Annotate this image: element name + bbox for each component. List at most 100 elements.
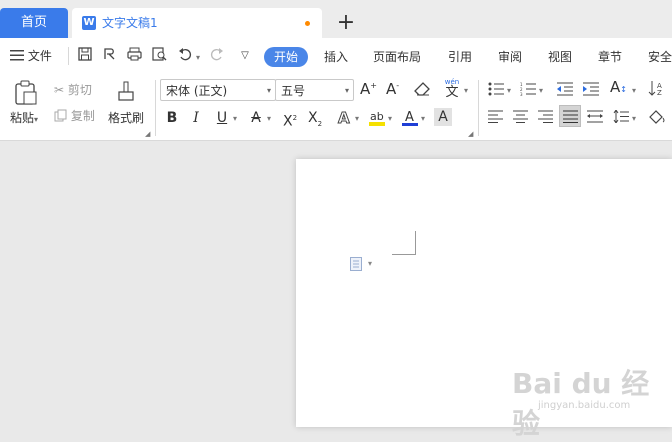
font-name-select[interactable]: 宋体 (正文) ▾ [160, 79, 276, 101]
font-size-value: 五号 [281, 84, 306, 98]
tab-page-layout[interactable]: 页面布局 [373, 48, 421, 66]
phonetic-caret-icon[interactable]: ▾ [464, 86, 468, 95]
numbered-list-caret-icon[interactable]: ▾ [539, 86, 543, 95]
menu-bar: 文件 ▾ ▽ 开始 插入 页面布局 引用 审阅 视图 章节 安全 [0, 38, 672, 74]
chevron-down-icon: ▾ [344, 86, 349, 95]
justify-icon[interactable] [559, 105, 581, 127]
font-size-select[interactable]: 五号 ▾ [275, 79, 354, 101]
text-effect-caret-icon[interactable]: ▾ [355, 114, 359, 123]
format-painter-icon[interactable] [116, 80, 136, 107]
clear-format-icon[interactable] [414, 81, 430, 100]
margin-corner-mark [415, 231, 416, 255]
decrease-font-icon[interactable]: A- [386, 80, 399, 98]
font-name-value: 宋体 (正文) [166, 84, 228, 98]
copy-label: 复制 [70, 109, 95, 123]
copy-icon [54, 109, 67, 122]
text-effect-icon[interactable]: A [334, 108, 354, 128]
line-spacing-icon[interactable] [613, 109, 629, 126]
text-direction-icon[interactable]: A↕ [610, 78, 627, 96]
baidu-watermark: Bai du 经验 jingyan.baidu.com [512, 354, 672, 440]
paste-label: 粘贴 [10, 111, 35, 125]
font-color-icon[interactable]: A [400, 108, 420, 128]
menu-divider [68, 47, 69, 65]
file-menu-button[interactable]: 文件 [10, 47, 52, 65]
italic-icon[interactable]: I [186, 108, 206, 128]
cut-label: 剪切 [67, 83, 92, 97]
undo-caret-icon[interactable]: ▾ [196, 53, 200, 62]
writer-doc-icon: W [82, 16, 96, 30]
underline-caret-icon[interactable]: ▾ [233, 114, 237, 123]
svg-text:ab: ab [370, 110, 384, 123]
tab-view[interactable]: 视图 [548, 48, 572, 66]
new-tab-button[interactable]: + [334, 8, 358, 38]
ribbon: 粘贴▾ ✂ 剪切 复制 格式刷 宋体 (正文) ▾ 五号 ▾ A+ A- wén… [0, 74, 672, 141]
print-preview-icon[interactable] [150, 47, 168, 65]
paste-button[interactable]: 粘贴▾ [10, 110, 38, 128]
print-icon[interactable] [125, 47, 143, 65]
line-spacing-caret-icon[interactable]: ▾ [632, 114, 636, 123]
align-left-icon[interactable] [488, 110, 503, 126]
tab-start[interactable]: 开始 [264, 47, 308, 67]
text-direction-caret-icon[interactable]: ▾ [632, 86, 636, 95]
export-pdf-icon[interactable] [101, 47, 119, 65]
character-shading-icon[interactable]: A [434, 108, 452, 126]
font-dialog-launcher-icon[interactable]: ◢ [468, 130, 473, 138]
increase-font-icon[interactable]: A+ [360, 80, 377, 98]
tab-insert[interactable]: 插入 [324, 48, 348, 66]
paragraph-layout-caret-icon[interactable]: ▾ [368, 259, 372, 268]
save-icon[interactable] [76, 47, 94, 65]
paste-caret-icon: ▾ [34, 115, 39, 124]
clipboard-dialog-launcher-icon[interactable]: ◢ [145, 130, 150, 138]
scissors-icon: ✂ [54, 83, 65, 97]
highlight-caret-icon[interactable]: ▾ [388, 114, 392, 123]
svg-text:A: A [338, 109, 350, 126]
subscript-icon[interactable]: X2 [305, 108, 325, 128]
sort-icon[interactable]: AZ [648, 80, 666, 99]
paste-icon[interactable] [14, 80, 38, 109]
align-right-icon[interactable] [538, 110, 553, 126]
bullet-list-caret-icon[interactable]: ▾ [507, 86, 511, 95]
phonetic-guide-button[interactable]: wén 文 [442, 78, 462, 100]
document-tab-title: 文字文稿1 [102, 16, 158, 30]
tab-review[interactable]: 审阅 [498, 48, 522, 66]
paragraph-shading-icon[interactable] [648, 109, 666, 128]
bullet-list-icon[interactable] [488, 82, 504, 99]
svg-text:Z: Z [657, 89, 662, 96]
home-tab[interactable]: 首页 [0, 8, 68, 38]
bold-icon[interactable]: B [162, 108, 182, 128]
paragraph-layout-icon[interactable] [350, 257, 362, 271]
decrease-indent-icon[interactable] [557, 82, 573, 99]
distributed-align-icon[interactable] [587, 110, 603, 126]
undo-icon[interactable] [176, 47, 194, 65]
numbered-list-icon[interactable]: 123 [520, 82, 536, 99]
format-painter-label[interactable]: 格式刷 [108, 110, 144, 126]
svg-text:3: 3 [520, 92, 523, 96]
tab-references[interactable]: 引用 [448, 48, 472, 66]
watermark-subtext: jingyan.baidu.com [538, 400, 631, 411]
ribbon-divider [155, 80, 156, 136]
underline-icon[interactable]: U [212, 108, 232, 128]
redo-icon[interactable] [208, 47, 226, 65]
hamburger-icon [10, 50, 24, 61]
ribbon-divider [478, 80, 479, 136]
strikethrough-caret-icon[interactable]: ▾ [267, 114, 271, 123]
document-tab[interactable]: W 文字文稿1 [72, 8, 322, 38]
strikethrough-icon[interactable]: A [246, 108, 266, 128]
cut-button[interactable]: ✂ 剪切 [54, 82, 92, 98]
svg-text:A: A [405, 110, 414, 125]
tab-chapter[interactable]: 章节 [598, 48, 622, 66]
highlight-icon[interactable]: ab [367, 108, 387, 128]
margin-corner-mark [392, 254, 416, 255]
tab-security[interactable]: 安全 [648, 48, 672, 66]
unsaved-indicator [305, 21, 310, 26]
customize-toolbar-icon[interactable]: ▽ [236, 47, 254, 65]
file-menu-label: 文件 [27, 49, 52, 63]
chevron-down-icon: ▾ [266, 86, 271, 95]
superscript-icon[interactable]: X2 [280, 108, 300, 130]
copy-button[interactable]: 复制 [54, 108, 95, 124]
font-color-caret-icon[interactable]: ▾ [421, 114, 425, 123]
phonetic-guide-icon: 文 [445, 85, 459, 100]
tab-bar: 首页 W 文字文稿1 + [0, 0, 672, 38]
align-center-icon[interactable] [513, 110, 528, 126]
increase-indent-icon[interactable] [583, 82, 599, 99]
